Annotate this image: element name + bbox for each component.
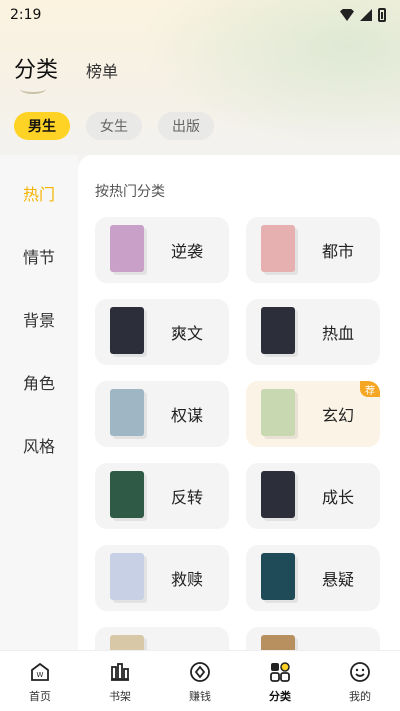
card-label: 热血 [322, 324, 355, 343]
category-sidebar: 热门 情节 背景 角色 风格 [0, 155, 78, 650]
category-card[interactable]: 都市 [246, 217, 380, 283]
book-cover [261, 553, 295, 600]
category-icon [269, 661, 291, 683]
category-card[interactable]: 爽文 [95, 299, 229, 365]
nav-category[interactable]: 分类 [240, 651, 320, 711]
category-card[interactable]: 权谋 [95, 381, 229, 447]
top-tab-bar: 分类 榜单 [14, 52, 118, 84]
card-label: 逆袭 [171, 242, 204, 261]
sidebar-item-hot[interactable]: 热门 [0, 181, 78, 205]
book-cover [110, 635, 144, 650]
status-time: 2:19 [10, 7, 42, 23]
tab-ranking[interactable]: 榜单 [86, 58, 118, 82]
book-cover [110, 225, 144, 272]
book-cover [110, 553, 144, 600]
gender-tab-female[interactable]: 女生 [86, 112, 142, 140]
category-card[interactable]: 成长 [246, 463, 380, 529]
recommend-badge: 荐 [360, 381, 380, 397]
nav-label: 书架 [109, 690, 131, 703]
card-label: 成长 [322, 488, 355, 507]
tab-category[interactable]: 分类 [14, 52, 58, 84]
card-label: 都市 [322, 242, 355, 261]
card-label: 悬疑 [322, 570, 355, 589]
nav-bookshelf[interactable]: 书架 [80, 651, 160, 711]
card-label: 玄幻 [322, 406, 355, 425]
category-card-partial[interactable] [246, 627, 380, 650]
book-cover [261, 471, 295, 518]
nav-label: 我的 [349, 690, 371, 703]
book-cover [261, 635, 295, 650]
profile-icon [349, 661, 371, 683]
battery-icon [378, 8, 386, 22]
book-cover [110, 389, 144, 436]
card-label: 爽文 [171, 324, 204, 343]
card-label: 反转 [171, 488, 204, 507]
category-panel: 按热门分类 逆袭 都市 爽文 热血 权谋 玄幻 荐 反转 成长 救赎 悬疑 [78, 155, 400, 650]
category-card[interactable]: 救赎 [95, 545, 229, 611]
sidebar-item-background[interactable]: 背景 [0, 307, 78, 331]
status-icons [340, 8, 386, 22]
home-icon: W [29, 661, 51, 683]
nav-label: 首页 [29, 690, 51, 703]
nav-home[interactable]: W 首页 [0, 651, 80, 711]
active-tab-indicator [20, 84, 46, 94]
svg-text:W: W [37, 671, 44, 679]
gender-tabs: 男生 女生 出版 [14, 112, 214, 140]
category-card[interactable]: 玄幻 荐 [246, 381, 380, 447]
book-cover [261, 389, 295, 436]
gender-tab-male[interactable]: 男生 [14, 112, 70, 140]
panel-title: 按热门分类 [95, 184, 165, 200]
nav-earn[interactable]: 赚钱 [160, 651, 240, 711]
book-cover [110, 307, 144, 354]
book-cover [261, 307, 295, 354]
bottom-navigation: W 首页 书架 赚钱 分类 我的 [0, 650, 400, 711]
signal-icon [360, 9, 372, 21]
category-card[interactable]: 热血 [246, 299, 380, 365]
earn-icon [189, 661, 211, 683]
category-card[interactable]: 逆袭 [95, 217, 229, 283]
gender-tab-publish[interactable]: 出版 [158, 112, 214, 140]
nav-label: 赚钱 [189, 690, 211, 703]
sidebar-item-role[interactable]: 角色 [0, 370, 78, 394]
bookshelf-icon [109, 661, 131, 683]
sidebar-item-plot[interactable]: 情节 [0, 244, 78, 268]
sidebar-item-style[interactable]: 风格 [0, 433, 78, 457]
category-card[interactable]: 反转 [95, 463, 229, 529]
book-cover [261, 225, 295, 272]
category-card-partial[interactable] [95, 627, 229, 650]
wifi-icon [340, 9, 354, 21]
nav-profile[interactable]: 我的 [320, 651, 400, 711]
book-cover [110, 471, 144, 518]
category-card[interactable]: 悬疑 [246, 545, 380, 611]
card-label: 救赎 [171, 570, 204, 589]
nav-label: 分类 [269, 690, 291, 703]
card-label: 权谋 [171, 406, 204, 425]
status-bar: 2:19 [0, 0, 400, 30]
